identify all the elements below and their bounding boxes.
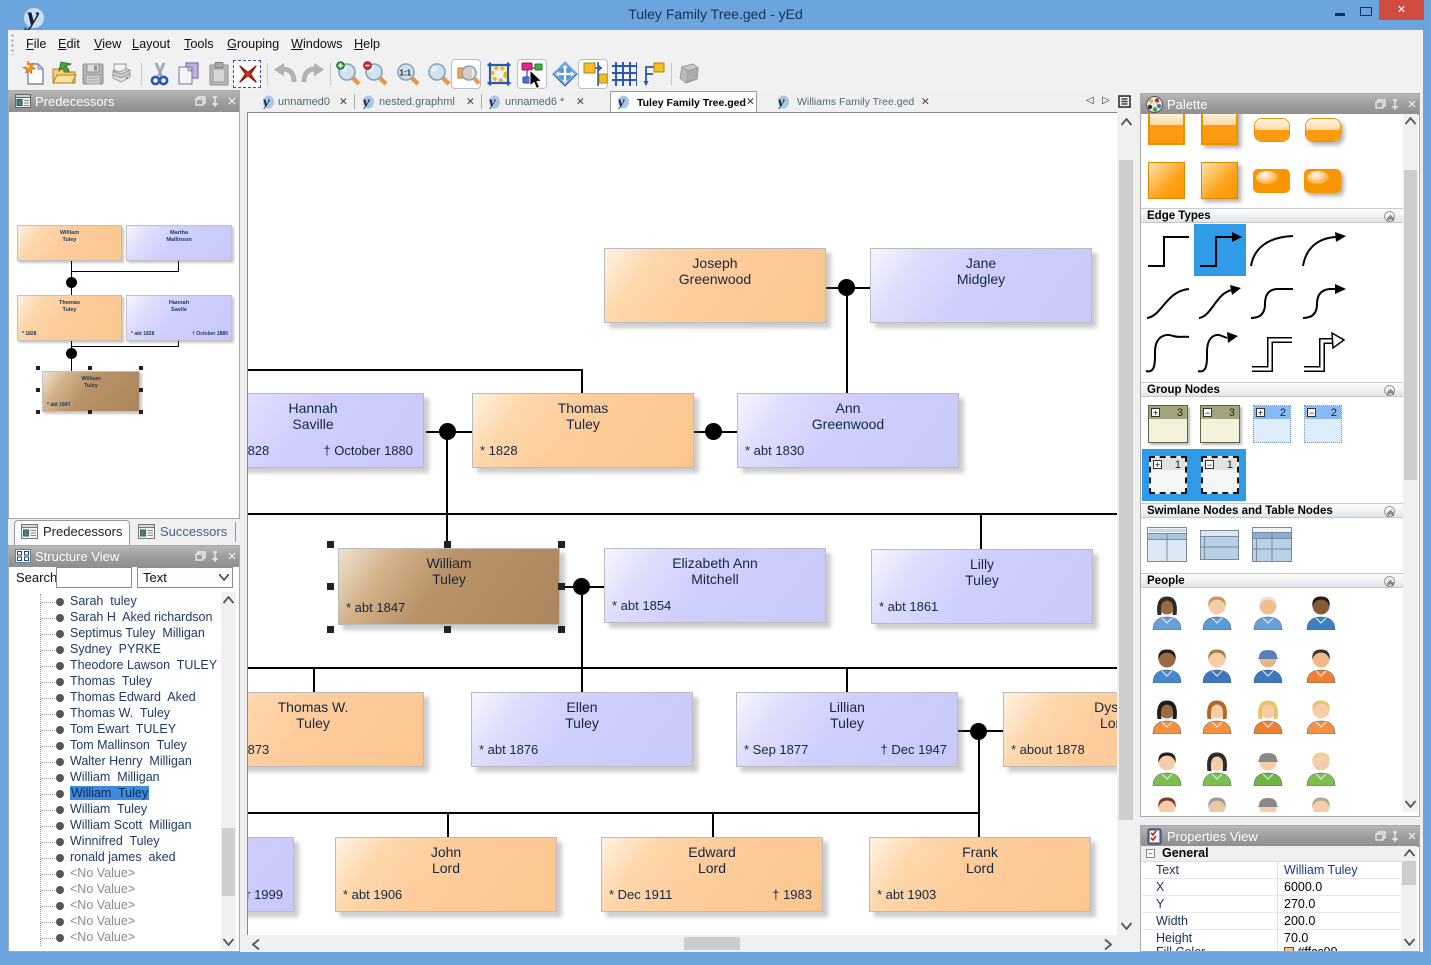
svg-text:1:1: 1:1 [400, 69, 412, 78]
svg-text:y: y [263, 95, 270, 110]
svg-text:y: y [363, 95, 370, 110]
svg-text:y: y [618, 95, 625, 110]
svg-text:y: y [489, 95, 496, 110]
svg-text:y: y [778, 95, 785, 110]
